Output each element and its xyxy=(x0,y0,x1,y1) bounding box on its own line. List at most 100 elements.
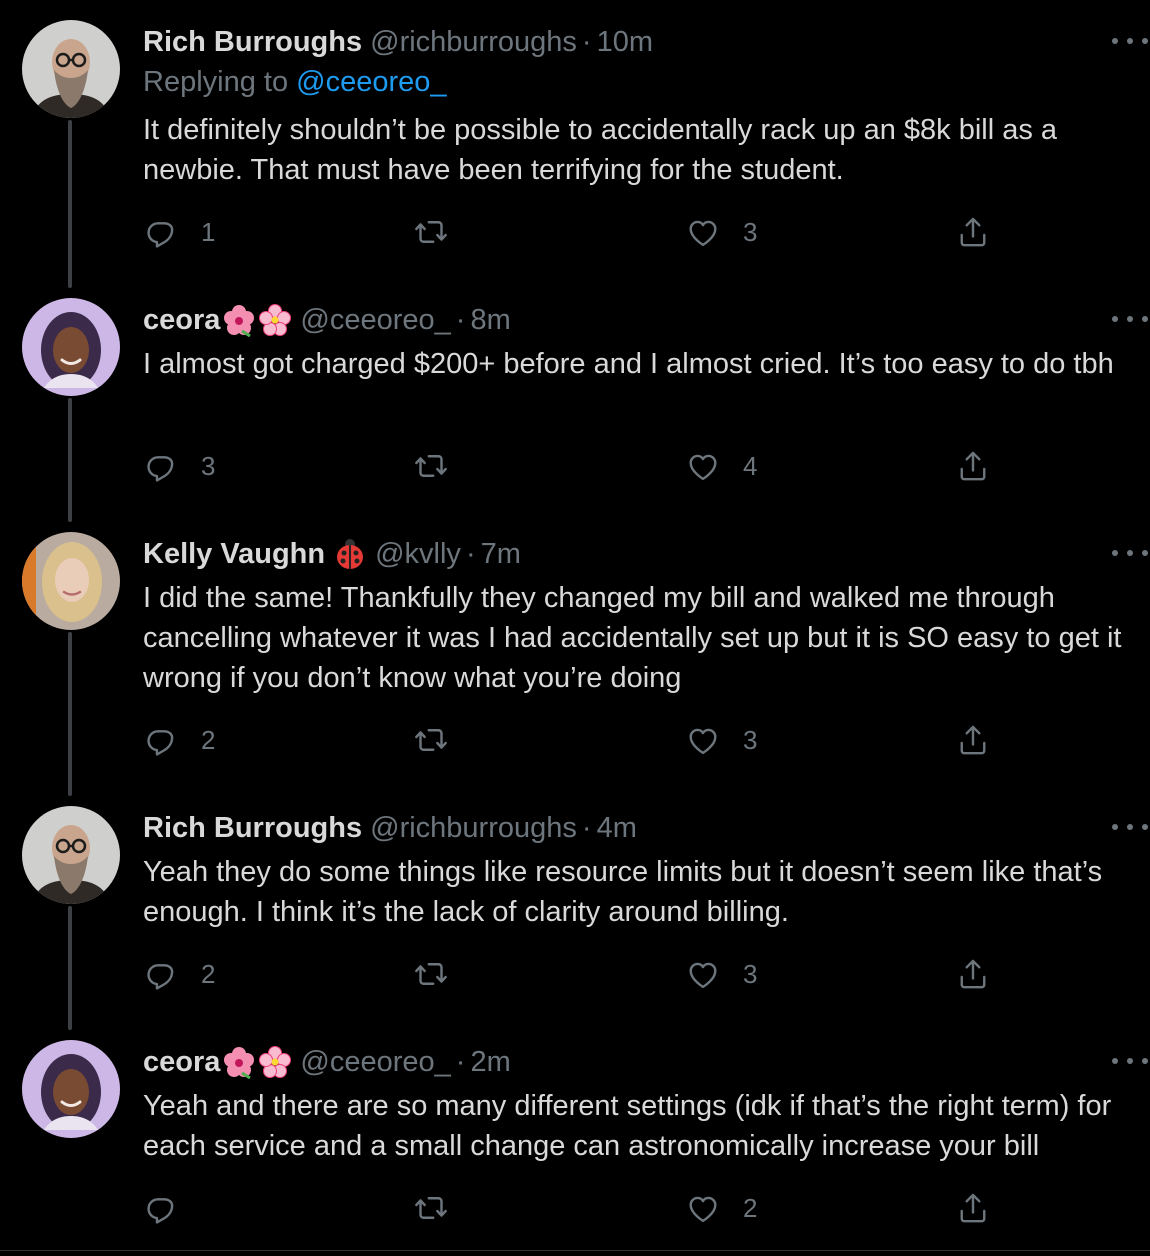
display-name[interactable]: ceora xyxy=(143,1046,220,1079)
heart-icon xyxy=(685,1190,721,1226)
separator-dot: · xyxy=(465,537,476,570)
like-button[interactable]: 2 xyxy=(685,1188,757,1228)
share-icon xyxy=(955,722,991,758)
tweet-text: Yeah they do some things like resource l… xyxy=(143,856,1103,928)
tweet[interactable]: ceora @ceeoreo_ · 2m Yeah and there are … xyxy=(0,1020,1150,1256)
heart-icon xyxy=(685,448,721,484)
timestamp[interactable]: 4m xyxy=(597,812,637,845)
reply-button[interactable]: 2 xyxy=(143,720,215,760)
avatar[interactable] xyxy=(22,806,120,904)
replying-label: Replying to xyxy=(143,66,297,98)
user-handle[interactable]: @ceeoreo_ xyxy=(300,304,450,337)
reply-count: 2 xyxy=(201,724,216,755)
cherry-blossom-icon xyxy=(258,1045,292,1079)
timestamp[interactable]: 8m xyxy=(470,304,510,337)
separator-dot: · xyxy=(581,25,592,58)
display-name[interactable]: Rich Burroughs xyxy=(143,26,362,59)
share-icon xyxy=(955,214,991,250)
tweet-text: Yeah and there are so many different set… xyxy=(143,1090,1112,1162)
tweet-text: It definitely shouldn’t be possible to a… xyxy=(143,114,1058,186)
avatar[interactable] xyxy=(22,1040,120,1138)
separator-dot: · xyxy=(455,1045,466,1078)
user-handle[interactable]: @richburroughs xyxy=(370,26,577,59)
tweet-text: I almost got charged $200+ before and I … xyxy=(143,348,1114,380)
avatar[interactable] xyxy=(22,532,120,630)
reply-button[interactable]: 2 xyxy=(143,954,215,994)
tweet-header: ceora @ceeoreo_ · 2m xyxy=(143,1042,511,1082)
retweet-icon xyxy=(413,448,449,484)
hibiscus-icon xyxy=(222,303,256,337)
like-button[interactable]: 3 xyxy=(685,954,757,994)
retweet-icon xyxy=(413,722,449,758)
reply-icon xyxy=(143,214,179,250)
timestamp[interactable]: 2m xyxy=(470,1046,510,1079)
separator-dot: · xyxy=(455,303,466,336)
mention-link[interactable]: @ceeoreo_ xyxy=(296,66,446,98)
display-name[interactable]: ceora xyxy=(143,304,220,337)
display-name[interactable]: Rich Burroughs xyxy=(143,812,362,845)
heart-icon xyxy=(685,956,721,992)
more-icon[interactable] xyxy=(1112,36,1148,46)
share-button[interactable] xyxy=(955,954,991,994)
tweet[interactable]: ceora @ceeoreo_ · 8m I almost got charge… xyxy=(0,278,1150,512)
timestamp[interactable]: 7m xyxy=(481,538,521,571)
tweet[interactable]: Kelly Vaughn @kvlly · 7m I did the same!… xyxy=(0,512,1150,786)
more-icon[interactable] xyxy=(1112,1056,1148,1066)
tweet-text: I did the same! Thankfully they changed … xyxy=(143,582,1122,694)
ladybug-icon xyxy=(333,537,367,571)
reply-button[interactable]: 3 xyxy=(143,446,215,486)
retweet-button[interactable] xyxy=(413,720,449,760)
retweet-button[interactable] xyxy=(413,1188,449,1228)
share-button[interactable] xyxy=(955,1188,991,1228)
tweet-actions: 3 4 xyxy=(143,446,1003,486)
reply-icon xyxy=(143,956,179,992)
like-count: 3 xyxy=(743,958,758,989)
display-name[interactable]: Kelly Vaughn xyxy=(143,538,325,571)
share-button[interactable] xyxy=(955,446,991,486)
tweet-header: Rich Burroughs @richburroughs · 4m xyxy=(143,808,637,848)
reply-count: 3 xyxy=(201,450,216,481)
tweet[interactable]: Rich Burroughs @richburroughs · 4m Yeah … xyxy=(0,786,1150,1020)
avatar[interactable] xyxy=(22,298,120,396)
reply-count: 2 xyxy=(201,958,216,989)
like-button[interactable]: 3 xyxy=(685,212,757,252)
tweet-actions: 2 3 xyxy=(143,954,1003,994)
reply-button[interactable]: 1 xyxy=(143,212,215,252)
heart-icon xyxy=(685,722,721,758)
retweet-button[interactable] xyxy=(413,954,449,994)
heart-icon xyxy=(685,214,721,250)
avatar[interactable] xyxy=(22,20,120,118)
like-count: 3 xyxy=(743,724,758,755)
retweet-button[interactable] xyxy=(413,212,449,252)
hibiscus-icon xyxy=(222,1045,256,1079)
tweet-actions: 2 3 xyxy=(143,720,1003,760)
replying-to: Replying to @ceeoreo_ xyxy=(143,66,447,99)
tweet-header: Rich Burroughs @richburroughs · 10m xyxy=(143,22,653,62)
share-button[interactable] xyxy=(955,720,991,760)
share-button[interactable] xyxy=(955,212,991,252)
tweet-header: ceora @ceeoreo_ · 8m xyxy=(143,300,511,340)
like-button[interactable]: 4 xyxy=(685,446,757,486)
like-button[interactable]: 3 xyxy=(685,720,757,760)
tweet-actions: 2 xyxy=(143,1188,1003,1228)
separator-dot: · xyxy=(581,811,592,844)
user-handle[interactable]: @richburroughs xyxy=(370,812,577,845)
share-icon xyxy=(955,1190,991,1226)
timestamp[interactable]: 10m xyxy=(597,26,653,59)
more-icon[interactable] xyxy=(1112,314,1148,324)
reply-icon xyxy=(143,1190,179,1226)
more-icon[interactable] xyxy=(1112,548,1148,558)
more-icon[interactable] xyxy=(1112,822,1148,832)
reply-icon xyxy=(143,722,179,758)
tweet[interactable]: Rich Burroughs @richburroughs · 10m Repl… xyxy=(0,0,1150,280)
retweet-icon xyxy=(413,956,449,992)
like-count: 3 xyxy=(743,216,758,247)
retweet-button[interactable] xyxy=(413,446,449,486)
reply-icon xyxy=(143,448,179,484)
user-handle[interactable]: @kvlly xyxy=(375,538,461,571)
share-icon xyxy=(955,448,991,484)
reply-button[interactable] xyxy=(143,1188,201,1228)
user-handle[interactable]: @ceeoreo_ xyxy=(300,1046,450,1079)
reply-count: 1 xyxy=(201,216,216,247)
retweet-icon xyxy=(413,1190,449,1226)
